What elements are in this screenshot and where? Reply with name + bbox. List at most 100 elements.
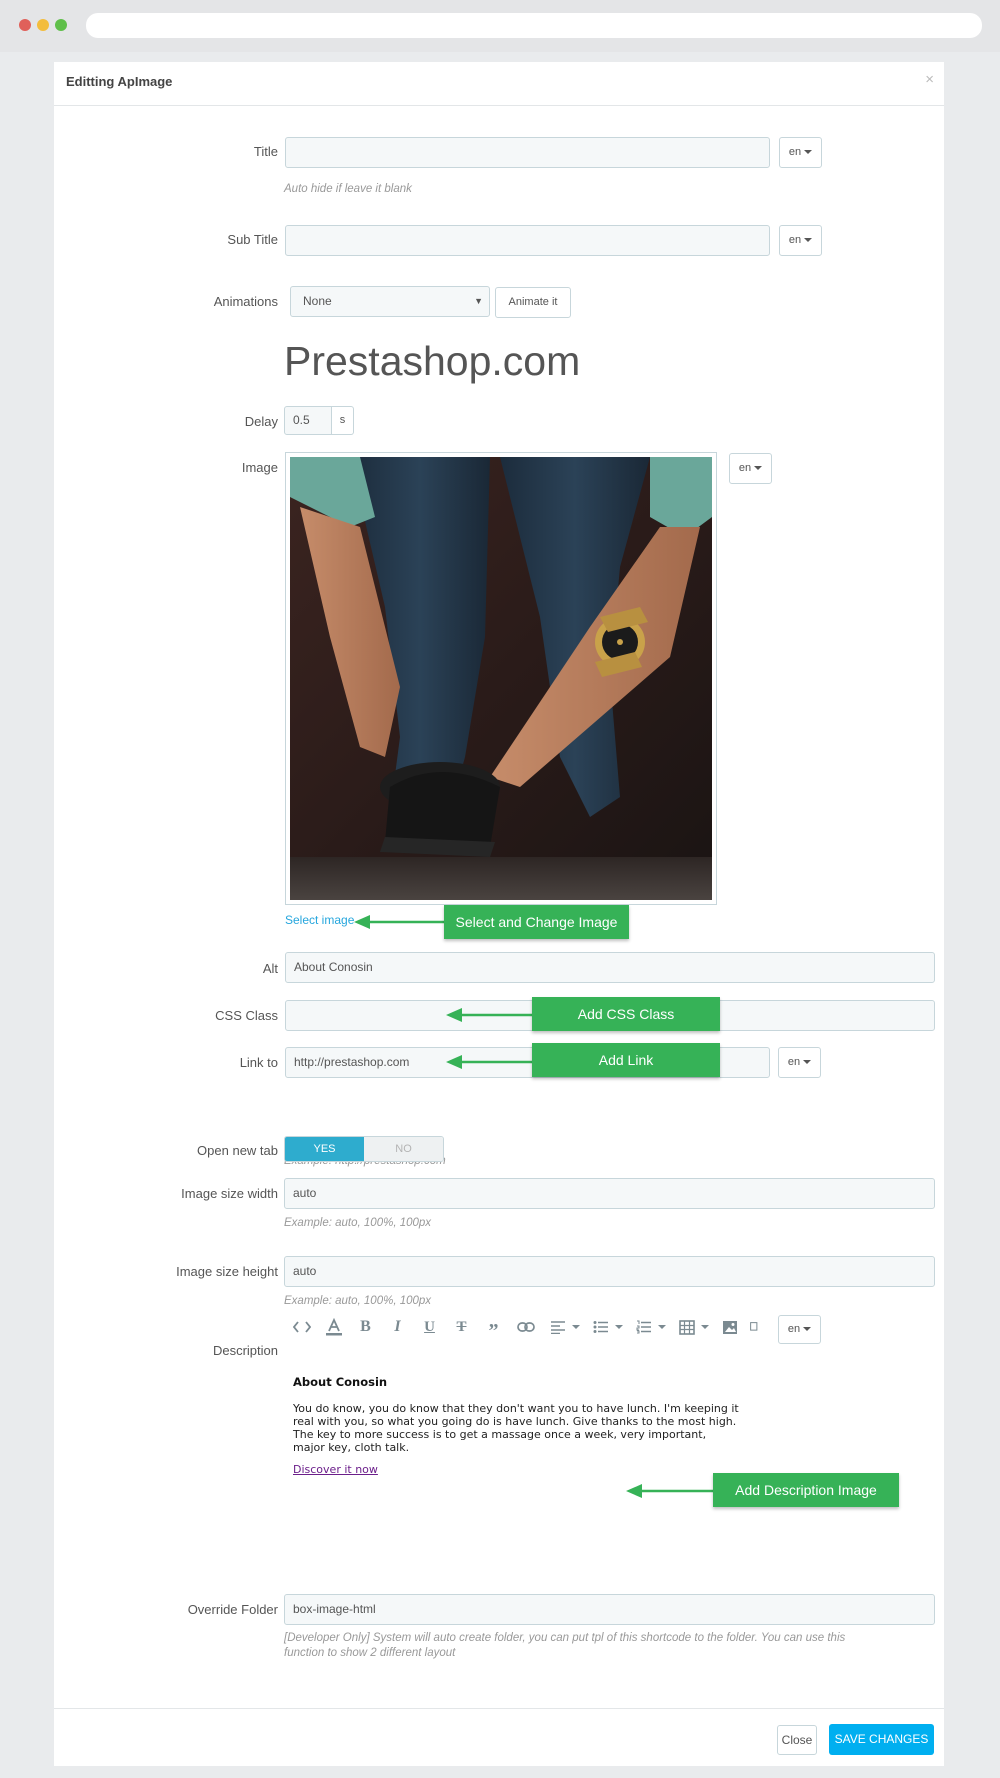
save-changes-button[interactable]: SAVE CHANGES <box>829 1724 934 1755</box>
strikethrough-icon[interactable]: T <box>450 1316 473 1338</box>
bullet-list-caret-icon[interactable] <box>615 1325 623 1329</box>
toggle-no[interactable]: NO <box>364 1137 443 1161</box>
override-folder-help: [Developer Only] System will auto create… <box>284 1632 845 1659</box>
override-help-line: [Developer Only] System will auto create… <box>284 1632 846 1644</box>
edit-modal: Editting ApImage × Title en Auto hide if… <box>54 62 944 1766</box>
description-editor[interactable]: About Conosin You do know, you do know t… <box>293 1375 793 1477</box>
caret-down-icon <box>804 150 813 155</box>
callout-select-image: Select and Change Image <box>444 905 629 939</box>
delay-input[interactable]: 0.5 <box>284 406 332 435</box>
description-label: Description <box>212 1343 278 1358</box>
caret-down-icon <box>803 1060 812 1065</box>
override-help-line: function to show 2 different layout <box>284 1647 456 1659</box>
image-height-input[interactable]: auto <box>284 1256 935 1287</box>
lang-label: en <box>787 1056 801 1068</box>
animations-selected: None <box>303 294 332 308</box>
image-width-label: Image size width <box>181 1186 278 1201</box>
image-height-label: Image size height <box>176 1264 278 1279</box>
image-width-input[interactable]: auto <box>284 1178 935 1209</box>
delay-unit: s <box>332 406 354 435</box>
delay-input-group: 0.5 s <box>284 406 354 435</box>
description-line: You do know, you do know that they don't… <box>293 1402 739 1415</box>
bullet-list-icon[interactable] <box>589 1316 612 1338</box>
window-maximize-dot[interactable] <box>55 19 67 31</box>
subtitle-lang-dropdown[interactable]: en <box>779 225 822 256</box>
image-label: Image <box>241 460 278 475</box>
override-folder-input[interactable]: box-image-html <box>284 1594 935 1625</box>
browser-chrome <box>0 0 1000 52</box>
select-image-link[interactable]: Select image <box>285 913 354 927</box>
lang-label: en <box>788 234 802 246</box>
modal-footer: Close SAVE CHANGES <box>54 1708 944 1766</box>
align-caret-icon[interactable] <box>572 1325 580 1329</box>
caret-down-icon <box>803 1327 812 1332</box>
alt-label: Alt <box>262 961 278 976</box>
link-to-label: Link to <box>239 1055 278 1070</box>
close-button[interactable]: Close <box>777 1725 817 1755</box>
image-preview-frame <box>285 452 717 905</box>
bold-icon[interactable]: B <box>354 1316 377 1338</box>
callout-arrow-icon <box>446 1055 532 1069</box>
image-icon[interactable] <box>718 1316 741 1338</box>
image-preview <box>290 457 712 900</box>
description-line: The key to more success is to get a mass… <box>293 1428 707 1441</box>
title-help: Auto hide if leave it blank <box>284 183 412 195</box>
image-lang-dropdown[interactable]: en <box>729 453 772 484</box>
text-color-icon[interactable] <box>322 1316 345 1338</box>
callout-description: Add Description Image <box>713 1473 899 1507</box>
window-close-dot[interactable] <box>19 19 31 31</box>
table-icon[interactable] <box>675 1316 698 1338</box>
blockquote-icon[interactable]: ” <box>482 1316 505 1341</box>
image-height-help: Example: auto, 100%, 100px <box>284 1295 432 1307</box>
caret-down-icon <box>804 238 813 243</box>
toggle-yes[interactable]: YES <box>285 1137 364 1161</box>
animation-preview-text: Prestashop.com <box>284 338 581 384</box>
link-lang-dropdown[interactable]: en <box>778 1047 821 1078</box>
subtitle-label: Sub Title <box>227 232 278 247</box>
animations-label: Animations <box>213 294 278 309</box>
table-caret-icon[interactable] <box>701 1325 709 1329</box>
description-line: real with you, so what you going do is h… <box>293 1415 737 1428</box>
editor-toolbar: B I U T ” <box>290 1314 760 1341</box>
description-paragraph: You do know, you do know that they don't… <box>293 1402 793 1454</box>
lang-label: en <box>788 146 802 158</box>
close-icon[interactable]: × <box>925 71 934 88</box>
callout-arrow-icon <box>446 1008 532 1022</box>
description-line: major key, cloth talk. <box>293 1441 410 1454</box>
image-width-help: Example: auto, 100%, 100px <box>284 1217 432 1229</box>
lang-label: en <box>787 1323 801 1335</box>
subtitle-input[interactable] <box>285 225 770 256</box>
override-folder-label: Override Folder <box>187 1602 278 1617</box>
modal-title: Editting ApImage <box>66 74 173 89</box>
align-icon[interactable] <box>546 1316 569 1338</box>
select-arrow-icon: ▼ <box>474 296 483 306</box>
numbered-list-caret-icon[interactable] <box>658 1325 666 1329</box>
underline-icon[interactable]: U <box>418 1316 441 1338</box>
delay-label: Delay <box>244 414 278 429</box>
description-lang-dropdown[interactable]: en <box>778 1315 821 1344</box>
title-lang-dropdown[interactable]: en <box>779 137 822 168</box>
address-bar[interactable] <box>86 13 982 38</box>
discover-link[interactable]: Discover it now <box>293 1463 378 1476</box>
callout-arrow-icon <box>354 915 452 929</box>
link-icon[interactable] <box>514 1316 537 1338</box>
alt-input[interactable]: About Conosin <box>285 952 935 983</box>
code-icon[interactable] <box>290 1316 313 1338</box>
callout-css-class: Add CSS Class <box>532 997 720 1031</box>
window-minimize-dot[interactable] <box>37 19 49 31</box>
title-input[interactable] <box>285 137 770 168</box>
italic-icon[interactable]: I <box>386 1316 409 1338</box>
description-heading: About Conosin <box>293 1375 388 1389</box>
animate-it-button[interactable]: Animate it <box>495 287 571 318</box>
lang-label: en <box>738 462 752 474</box>
css-class-label: CSS Class <box>215 1008 278 1023</box>
animations-select[interactable]: None ▼ <box>290 286 490 317</box>
caret-down-icon <box>754 466 763 471</box>
open-new-tab-toggle[interactable]: YES NO <box>284 1136 444 1162</box>
copy-icon[interactable] <box>750 1316 760 1338</box>
callout-link: Add Link <box>532 1043 720 1077</box>
numbered-list-icon[interactable] <box>632 1316 655 1338</box>
open-new-tab-label: Open new tab <box>197 1143 278 1158</box>
title-label: Title <box>253 144 278 159</box>
modal-header: Editting ApImage × <box>54 62 944 106</box>
